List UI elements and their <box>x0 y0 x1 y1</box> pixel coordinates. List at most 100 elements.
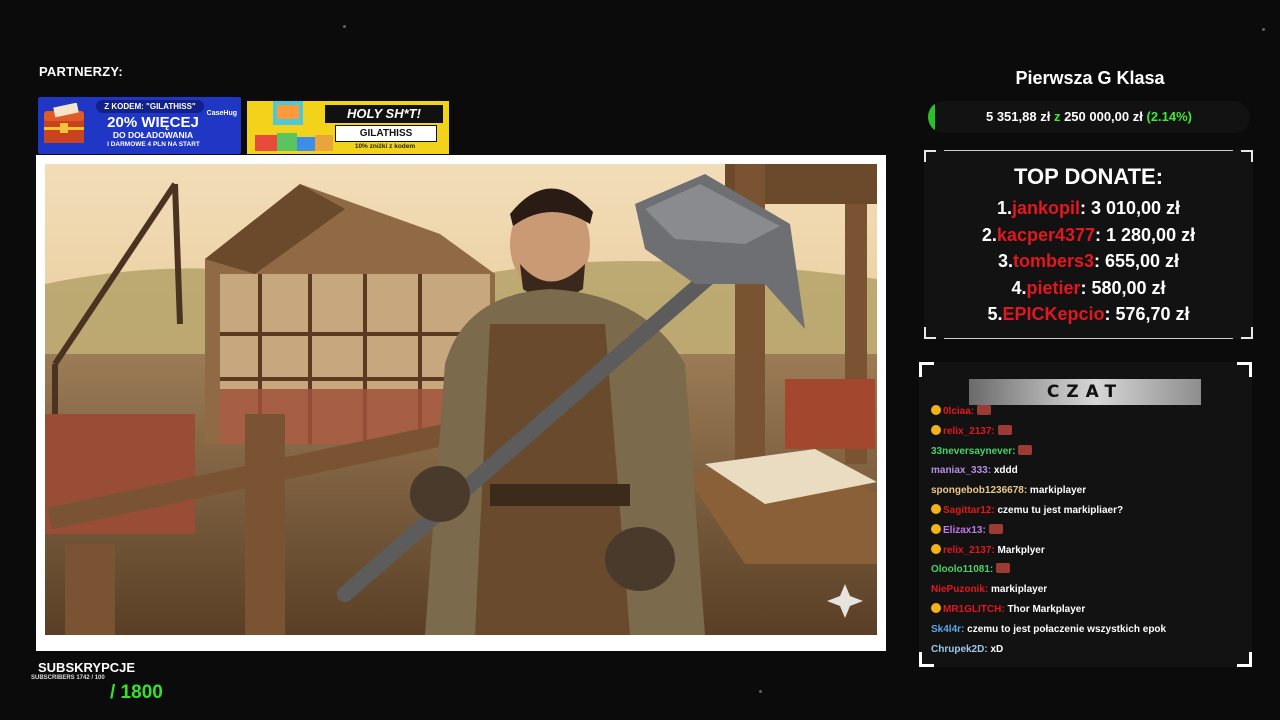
chat-message: 0lciaa: <box>931 402 1246 422</box>
chat-username: Sk4l4r: <box>931 623 965 635</box>
donor-name: pietier <box>1026 277 1081 298</box>
smiley-badge-icon <box>931 405 941 415</box>
top-donate-row: 2.kacper4377: 1 280,00 zł <box>924 222 1253 249</box>
emote-icon <box>1018 444 1033 455</box>
chat-message: maniax_333: xddd <box>931 461 1246 481</box>
holy-sub: 10% zniżki z kodem <box>354 143 416 150</box>
partners-label: PARTNERZY: <box>39 64 123 79</box>
donor-amount: : 576,70 zł <box>1104 304 1190 324</box>
chat-message: Sk4l4r: czemu to jest połaczenie wszystk… <box>931 620 1246 640</box>
goal-target: 250 000,00 zł <box>1064 109 1143 124</box>
chat-text: markiplayer <box>1027 485 1087 497</box>
casehug-headline: 20% WIĘCEJ <box>107 114 199 131</box>
chat-panel: CZAT 0lciaa: relix_2137: 33neversaynever… <box>919 362 1252 667</box>
chat-text: markiplayer <box>988 584 1048 596</box>
donor-amount: : 3 010,00 zł <box>1079 198 1181 218</box>
casehug-banner[interactable]: Z KODEM: "GILATHISS" 20% WIĘCEJ DO DOŁAD… <box>38 97 241 154</box>
smiley-badge-icon <box>931 523 941 534</box>
emote-icon <box>996 563 1011 574</box>
chat-message: MR1GLITCH: Thor Markplayer <box>931 600 1246 620</box>
panel-bottom-line <box>944 338 1233 339</box>
panel-corner <box>924 150 936 162</box>
top-donate-row: 5.EPICKepcio: 576,70 zł <box>924 301 1253 328</box>
donor-name: tombers3 <box>1012 251 1094 271</box>
top-donate-row: 1.jankopil: 3 010,00 zł <box>924 195 1253 222</box>
chat-message: relix_2137: <box>931 422 1246 442</box>
holy-title: HOLY SH*T! <box>325 105 443 123</box>
chat-username: Chrupek2D: <box>931 643 988 655</box>
background-speck <box>343 25 346 28</box>
donor-amount: : 655,00 zł <box>1093 251 1180 271</box>
panel-corner <box>919 362 934 377</box>
donor-amount: : 580,00 zł <box>1080 277 1166 298</box>
chat-username: 0lciaa: <box>943 406 975 417</box>
casehug-code: Z KODEM: "GILATHISS" <box>96 100 204 113</box>
background-speck <box>759 690 762 693</box>
donor-rank: 2. <box>981 224 997 245</box>
donor-rank: 3. <box>997 251 1013 271</box>
holy-banner[interactable]: HOLY SH*T! GILATHISS 10% zniżki z kodem <box>247 101 449 154</box>
casehug-line2: DO DOŁADOWANIA <box>112 130 194 140</box>
treasure-chest-icon <box>44 103 84 143</box>
smiley-badge-icon <box>931 503 941 514</box>
donor-amount: : 1 280,00 zł <box>1095 224 1196 245</box>
chat-username: relix_2137: <box>943 425 995 437</box>
smiley-badge-icon <box>931 543 941 554</box>
top-donate-row: 3.tombers3: 655,00 zł <box>924 248 1253 275</box>
donor-name: jankopil <box>1011 198 1080 218</box>
chat-text: xddd <box>991 465 1018 477</box>
chat-text: Thor Markplayer <box>1004 603 1086 615</box>
chat-text: czemu tu jest markipliaer? <box>994 504 1124 516</box>
chat-message: Oloolo11081: <box>931 560 1246 580</box>
emote-icon <box>976 405 991 415</box>
product-box-icon <box>273 101 303 125</box>
holy-code: GILATHISS <box>335 125 437 142</box>
chat-username: Sagittar12: <box>943 504 995 516</box>
stream-image <box>45 164 877 635</box>
chat-message: Sagittar12: czemu tu jest markipliaer? <box>931 501 1246 521</box>
chat-text: czemu to jest połaczenie wszystkich epok <box>964 623 1167 635</box>
chat-username: NiePuzonik: <box>931 584 989 596</box>
chat-username: spongebob1236678: <box>931 485 1028 497</box>
goal-title: Pierwsza G Klasa <box>1015 68 1165 88</box>
goal-current: 5 351,88 zł <box>985 109 1051 124</box>
donor-name: kacper4377 <box>996 224 1096 245</box>
snacks-icon <box>255 133 333 151</box>
chat-text: xD <box>987 643 1004 655</box>
smiley-badge-icon <box>931 602 941 613</box>
goal-percent: (2.14%) <box>1146 109 1193 124</box>
chat-username: 33neversaynever: <box>931 445 1016 457</box>
subs-count: / 1800 <box>110 682 163 703</box>
goal-progress-text: 5 351,88 zł z 250 000,00 zł (2.14%) <box>928 101 1250 133</box>
emote-icon <box>997 424 1012 435</box>
chat-username: Elizax13: <box>943 524 986 536</box>
casehug-line3: I DARMOWE 4 PLN NA START <box>107 141 200 148</box>
subs-label: SUBSKRYPCJE <box>38 660 136 675</box>
chat-username: MR1GLITCH: <box>943 603 1005 615</box>
panel-corner <box>1241 150 1253 162</box>
donor-rank: 4. <box>1011 277 1027 298</box>
chat-message: Elizax13: <box>931 521 1246 541</box>
chat-username: Oloolo11081: <box>931 564 994 576</box>
background-speck <box>1262 28 1265 31</box>
emote-icon <box>988 523 1003 534</box>
smiley-badge-icon <box>931 424 941 435</box>
top-donate-list: 1.jankopil: 3 010,00 zł 2.kacper4377: 1 2… <box>924 195 1253 328</box>
stream-frame <box>36 155 886 651</box>
donor-name: EPICKepcio <box>1002 304 1105 324</box>
top-donate-row: 4.pietier: 580,00 zł <box>924 275 1253 302</box>
panel-corner <box>1241 327 1253 339</box>
chat-message: relix_2137: Markplyer <box>931 541 1246 561</box>
casehug-logo: CaseHug <box>206 110 237 117</box>
chat-message: NiePuzonik: markiplayer <box>931 580 1246 600</box>
donor-rank: 5. <box>987 304 1003 324</box>
chat-username: relix_2137: <box>943 544 995 556</box>
donor-rank: 1. <box>996 198 1012 218</box>
top-donate-panel: TOP DONATE: 1.jankopil: 3 010,00 zł 2.kac… <box>924 150 1253 339</box>
panel-top-line <box>944 150 1233 151</box>
chat-message: Chrupek2D: xD <box>931 640 1246 660</box>
panel-corner <box>1237 362 1252 377</box>
chat-message: spongebob1236678: markiplayer <box>931 481 1246 501</box>
chat-username: maniax_333: <box>931 465 992 477</box>
chat-message: 33neversaynever: <box>931 442 1246 462</box>
